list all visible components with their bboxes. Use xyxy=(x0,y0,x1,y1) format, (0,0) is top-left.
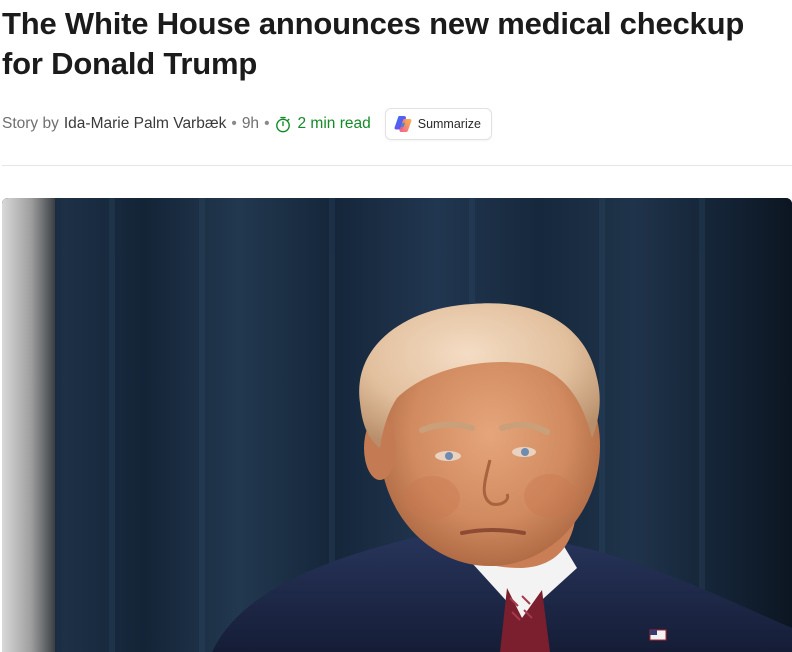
article: The White House announces new medical ch… xyxy=(0,0,792,652)
read-time-label: 2 min read xyxy=(297,115,371,132)
hero-image[interactable] xyxy=(2,198,792,652)
copilot-icon xyxy=(394,116,412,133)
read-time: 2 min read xyxy=(275,115,371,133)
summarize-button[interactable]: Summarize xyxy=(384,108,492,140)
article-age: 9h xyxy=(241,115,260,132)
divider xyxy=(2,165,792,166)
author-link[interactable]: Ida-Marie Palm Varbæk xyxy=(64,115,227,133)
hero-photo xyxy=(2,198,792,652)
stopwatch-icon xyxy=(275,116,290,132)
summarize-label: Summarize xyxy=(417,117,481,131)
byline-prefix: Story by xyxy=(2,115,59,132)
byline: Story by Ida-Marie Palm Varbæk • 9h • 2 … xyxy=(2,107,492,141)
separator-dot: • xyxy=(264,115,270,132)
separator-dot: • xyxy=(231,115,237,132)
article-headline: The White House announces new medical ch… xyxy=(2,6,745,81)
